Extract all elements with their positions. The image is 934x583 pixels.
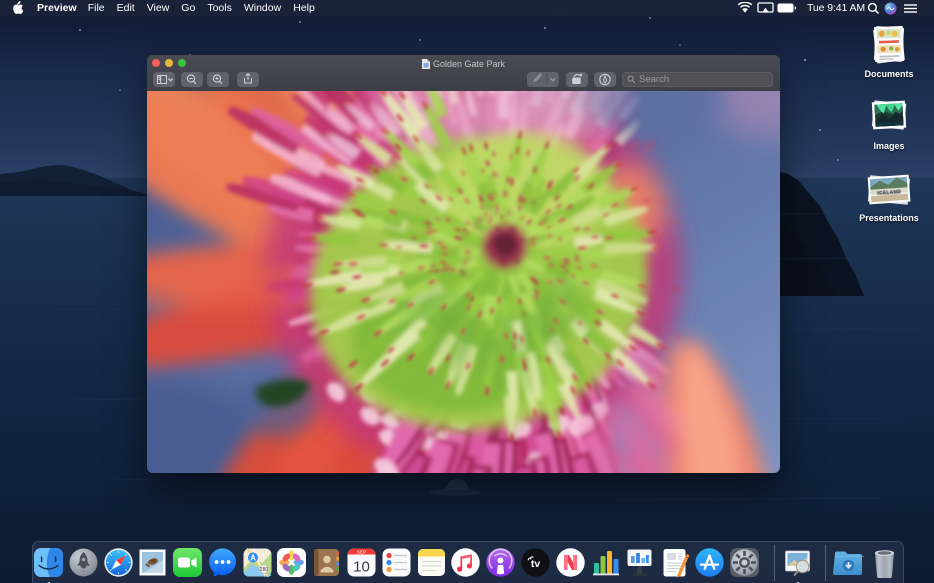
svg-text:SEP: SEP: [357, 550, 366, 555]
svg-text:280: 280: [260, 567, 269, 573]
svg-text:A: A: [250, 554, 256, 563]
svg-text:10: 10: [353, 559, 370, 576]
svg-text:tv: tv: [531, 558, 540, 570]
